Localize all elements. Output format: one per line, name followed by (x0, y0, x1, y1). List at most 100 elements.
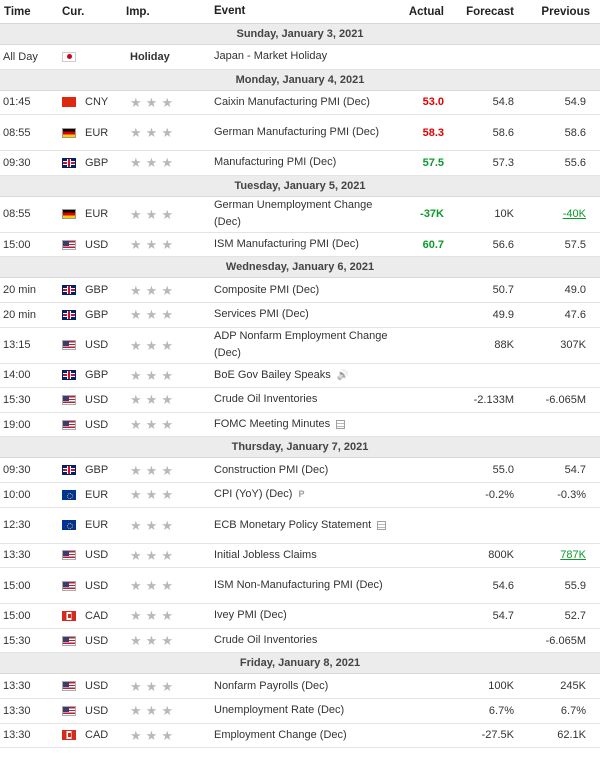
event-name[interactable]: Crude Oil Inventories (214, 632, 317, 649)
table-row[interactable]: 09:30 GBP ★ ★ ★ Manufacturing PMI (Dec) 57.5 57… (0, 151, 600, 176)
event-forecast: 54.6 (492, 579, 514, 592)
star-icon: ★ (161, 417, 173, 433)
event-forecast: 56.6 (492, 238, 514, 251)
currency-code: GBP (85, 464, 109, 477)
event-name[interactable]: Construction PMI (Dec) (214, 462, 328, 479)
event-name[interactable]: ECB Monetary Policy Statement (214, 517, 371, 534)
jp-flag-icon (62, 51, 76, 62)
header-forecast[interactable]: Forecast (444, 6, 514, 18)
event-forecast: 57.3 (492, 156, 514, 169)
event-currency: GBP (58, 309, 120, 321)
gb-flag-icon (62, 309, 76, 320)
cn-flag-icon (62, 97, 76, 108)
currency-code: USD (85, 680, 109, 693)
star-icon: ★ (130, 608, 142, 624)
preliminary-icon[interactable]: P (298, 486, 304, 503)
event-forecast: 54.7 (492, 609, 514, 622)
event-name-cell: Initial Jobless Claims (214, 547, 398, 564)
event-name[interactable]: Initial Jobless Claims (214, 547, 317, 564)
event-previous: -6.065M (545, 634, 586, 647)
document-icon[interactable] (377, 520, 387, 530)
table-row[interactable]: 19:00 USD ★ ★ ★ FOMC Meeting Minutes (0, 412, 600, 438)
event-name[interactable]: Unemployment Rate (Dec) (214, 702, 344, 719)
event-name[interactable]: FOMC Meeting Minutes (214, 416, 330, 433)
event-currency: EUR (58, 208, 120, 220)
event-time: 20 min (3, 308, 37, 321)
eu-flag-icon (62, 520, 76, 531)
event-importance: ★ ★ ★ (120, 339, 214, 352)
event-name[interactable]: Crude Oil Inventories (214, 391, 317, 408)
table-row[interactable]: 01:45 CNY ★ ★ ★ Caixin Manufacturing PMI (Dec… (0, 90, 600, 116)
star-icon: ★ (145, 703, 158, 719)
event-name[interactable]: ISM Manufacturing PMI (Dec) (214, 236, 359, 253)
event-time: 13:30 (3, 729, 31, 742)
event-name[interactable]: Employment Change (Dec) (214, 727, 347, 744)
table-row[interactable]: 13:30 CAD ★ ★ ★ Employment Change (Dec) -27.5K… (0, 723, 600, 749)
currency-code: EUR (85, 126, 109, 139)
us-flag-icon (62, 705, 76, 716)
table-row[interactable]: 15:30 USD ★ ★ ★ Crude Oil Inventories -2.133M -… (0, 388, 600, 413)
table-row[interactable]: 15:00 USD ★ ★ ★ ISM Manufacturing PMI (Dec) 60… (0, 232, 600, 258)
currency-code: GBP (85, 284, 109, 297)
speaker-icon[interactable]: 🔊 (337, 367, 349, 384)
event-time: 08:55 (3, 208, 31, 221)
economic-calendar: Time Cur. Imp. Event Actual Forecast Pre… (0, 0, 600, 749)
event-name[interactable]: German Manufacturing PMI (Dec) (214, 124, 379, 141)
table-row[interactable]: 15:00 USD ★ ★ ★ ISM Non-Manufacturing PMI (De… (0, 568, 600, 605)
table-row[interactable]: 14:00 GBP ★ ★ ★ BoE Gov Bailey Speaks 🔊 (0, 363, 600, 389)
event-name[interactable]: Composite PMI (Dec) (214, 282, 319, 299)
star-icon: ★ (161, 462, 173, 478)
event-name[interactable]: Services PMI (Dec) (214, 306, 309, 323)
table-row[interactable]: 08:55 EUR ★ ★ ★ German Manufacturing PMI (Dec… (0, 115, 600, 152)
table-row[interactable]: 13:30 USD ★ ★ ★ Nonfarm Payrolls (Dec) 100K 245… (0, 674, 600, 699)
table-row[interactable]: 15:30 USD ★ ★ ★ Crude Oil Inventories -6.065M (0, 628, 600, 654)
event-forecast: 6.7% (488, 704, 514, 717)
star-icon: ★ (161, 307, 173, 323)
table-row[interactable]: 08:55 EUR ★ ★ ★ German Unemployment Change (D… (0, 196, 600, 233)
event-name[interactable]: ADP Nonfarm Employment Change (Dec) (214, 328, 398, 362)
event-name[interactable]: Japan - Market Holiday (214, 48, 327, 65)
star-icon: ★ (130, 125, 142, 141)
table-row[interactable]: 20 min GBP ★ ★ ★ Services PMI (Dec) 49.9 47.6 (0, 302, 600, 328)
header-importance[interactable]: Imp. (120, 6, 214, 18)
star-icon: ★ (130, 578, 142, 594)
table-row[interactable]: 09:30 GBP ★ ★ ★ Construction PMI (Dec) 55.0 54.… (0, 458, 600, 483)
header-currency[interactable]: Cur. (58, 6, 120, 18)
event-name[interactable]: ISM Non-Manufacturing PMI (Dec) (214, 577, 383, 594)
header-time[interactable]: Time (0, 6, 58, 18)
table-row[interactable]: 13:15 USD ★ ★ ★ ADP Nonfarm Employment Change… (0, 327, 600, 364)
header-event[interactable]: Event (214, 3, 398, 20)
gb-flag-icon (62, 157, 76, 168)
event-name[interactable]: Caixin Manufacturing PMI (Dec) (214, 94, 370, 111)
star-icon: ★ (130, 155, 142, 171)
table-row[interactable]: 20 min GBP ★ ★ ★ Composite PMI (Dec) 50.7 49.0 (0, 278, 600, 303)
currency-code: USD (85, 393, 109, 406)
table-row[interactable]: 10:00 EUR ★ ★ ★ CPI (YoY) (Dec) P -0.2% -0.3% (0, 482, 600, 508)
event-name-cell: Construction PMI (Dec) (214, 462, 398, 479)
table-row[interactable]: 15:00 CAD ★ ★ ★ Ivey PMI (Dec) 54.7 52.7 (0, 604, 600, 629)
event-previous: 52.7 (564, 609, 586, 622)
star-icon: ★ (161, 94, 173, 110)
event-name[interactable]: Ivey PMI (Dec) (214, 607, 287, 624)
event-name[interactable]: Nonfarm Payrolls (Dec) (214, 678, 328, 695)
event-name[interactable]: CPI (YoY) (Dec) (214, 486, 292, 503)
event-time: 15:00 (3, 579, 31, 592)
table-row[interactable]: 13:30 USD ★ ★ ★ Initial Jobless Claims 800K 787… (0, 543, 600, 569)
table-row[interactable]: 12:30 EUR ★ ★ ★ ECB Monetary Policy Statement (0, 507, 600, 544)
event-currency: USD (58, 549, 120, 561)
star-icon: ★ (145, 633, 158, 649)
star-icon: ★ (145, 678, 158, 694)
star-icon: ★ (161, 727, 173, 743)
event-previous: 58.6 (564, 126, 586, 139)
event-name[interactable]: Manufacturing PMI (Dec) (214, 154, 336, 171)
table-row[interactable]: 13:30 USD ★ ★ ★ Unemployment Rate (Dec) 6.7% 6.… (0, 698, 600, 724)
document-icon[interactable] (336, 420, 346, 430)
event-name[interactable]: BoE Gov Bailey Speaks (214, 367, 331, 384)
event-forecast: 55.0 (492, 464, 514, 477)
event-name[interactable]: German Unemployment Change (Dec) (214, 197, 398, 231)
star-icon: ★ (130, 94, 142, 110)
table-row[interactable]: All Day Holiday Japan - Market Holiday (0, 45, 600, 70)
header-actual[interactable]: Actual (398, 6, 444, 18)
calendar-body: Sunday, January 3, 2021 All Day Holiday Jap… (0, 24, 600, 749)
header-previous[interactable]: Previous (514, 6, 600, 18)
